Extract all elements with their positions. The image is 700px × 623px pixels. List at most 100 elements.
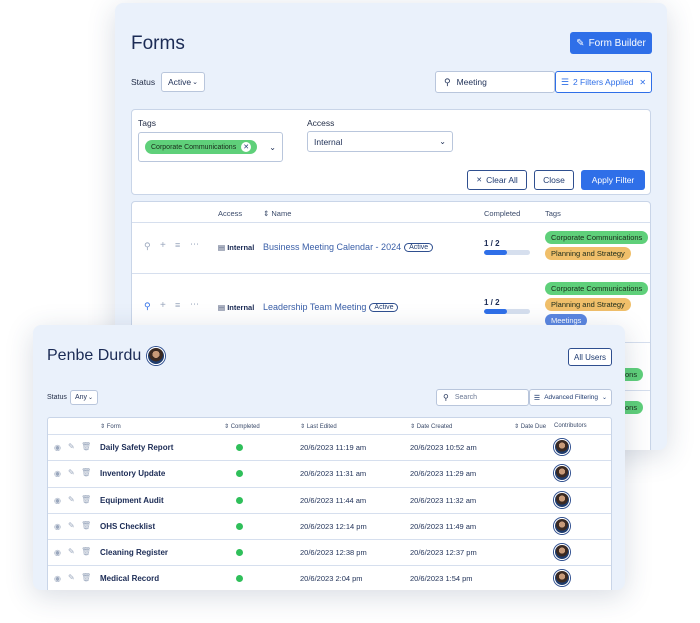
- column-header-form[interactable]: ⇕ Form: [100, 423, 121, 430]
- view-icon[interactable]: ◉: [54, 548, 61, 557]
- delete-icon[interactable]: 🗑: [81, 521, 91, 530]
- completed-check-icon: [236, 470, 243, 478]
- table-row[interactable]: ◉ ✎ 🗑 Cleaning Register 20/6/2023 12:38 …: [48, 540, 611, 567]
- contributor-avatar[interactable]: [554, 570, 570, 587]
- user-rows: ◉ ✎ 🗑 Daily Safety Report 20/6/2023 11:1…: [48, 435, 611, 590]
- edit-icon[interactable]: ✎: [68, 495, 75, 504]
- all-users-button[interactable]: All Users: [568, 348, 612, 366]
- chevron-down-icon: ⌄: [87, 395, 93, 401]
- column-header-last-edited[interactable]: ⇕ Last Edited: [300, 423, 337, 430]
- delete-icon[interactable]: 🗑: [81, 442, 91, 451]
- all-users-label: All Users: [573, 352, 606, 362]
- menu-icon[interactable]: ≡: [175, 240, 180, 250]
- chevron-down-icon: ⌄: [269, 142, 276, 152]
- advanced-filtering-button[interactable]: ☰ Advanced Filtering ⌄: [529, 389, 612, 406]
- table-row[interactable]: ◉ ✎ 🗑 Inventory Update 20/6/2023 11:31 a…: [48, 461, 611, 488]
- date-created-cell: 20/6/2023 12:37 pm: [410, 548, 477, 558]
- form-name[interactable]: Inventory Update: [100, 469, 165, 478]
- date-created-cell: 20/6/2023 10:52 am: [410, 443, 477, 452]
- form-name[interactable]: Daily Safety Report: [100, 443, 173, 452]
- delete-icon[interactable]: 🗑: [81, 573, 91, 582]
- view-icon[interactable]: ◉: [54, 522, 61, 531]
- completed-count: 1 / 2: [484, 298, 500, 307]
- contributor-avatar[interactable]: [554, 517, 570, 534]
- column-header-completed[interactable]: ⇕ Completed: [224, 423, 260, 430]
- contributor-avatar[interactable]: [554, 439, 570, 455]
- view-icon[interactable]: ◉: [54, 443, 61, 452]
- avatar: [147, 347, 166, 365]
- chevron-down-icon: ⌄: [602, 395, 608, 401]
- form-name[interactable]: Medical Record: [100, 574, 159, 583]
- access-select[interactable]: Internal ⌄: [307, 131, 453, 152]
- status-select[interactable]: Any ⌄: [70, 390, 98, 405]
- sliders-icon: ☰: [560, 76, 569, 87]
- last-edited-cell: 20/6/2023 2:04 pm: [300, 574, 363, 584]
- close-icon[interactable]: ✕: [639, 78, 646, 87]
- edit-icon[interactable]: ✎: [68, 547, 75, 556]
- remove-tag-icon[interactable]: ✕: [241, 142, 252, 152]
- table-row[interactable]: ◉ ✎ 🗑 OHS Checklist 20/6/2023 12:14 pm 2…: [48, 514, 611, 541]
- edit-icon[interactable]: ✎: [68, 468, 75, 477]
- filters-applied-button[interactable]: ☰ 2 Filters Applied ✕: [555, 71, 652, 93]
- column-header-name[interactable]: ⇕ Name: [263, 209, 291, 218]
- edit-icon[interactable]: ✎: [68, 573, 75, 582]
- date-created-cell: 20/6/2023 11:32 am: [410, 495, 477, 505]
- edit-icon[interactable]: ✎: [68, 442, 75, 451]
- completion-progress: [484, 309, 530, 314]
- column-header-access[interactable]: Access: [218, 209, 242, 218]
- form-name[interactable]: OHS Checklist: [100, 522, 155, 531]
- plus-icon[interactable]: +: [160, 300, 166, 311]
- form-builder-button[interactable]: ✎ Form Builder: [570, 32, 652, 54]
- sort-icon: ⇕: [514, 424, 520, 430]
- search-value: Meeting: [456, 77, 487, 87]
- delete-icon[interactable]: 🗑: [81, 495, 91, 504]
- form-name-link[interactable]: Leadership Team Meeting Active: [263, 302, 399, 313]
- user-forms-table: ⇕ Form ⇕ Completed ⇕ Last Edited ⇕ Date …: [47, 417, 612, 590]
- view-icon[interactable]: ◉: [54, 469, 61, 478]
- tag-chip: Corporate Communications: [545, 282, 649, 295]
- contributor-avatar[interactable]: [554, 544, 570, 561]
- edit-icon[interactable]: ✎: [68, 521, 75, 530]
- form-name[interactable]: Equipment Audit: [100, 496, 164, 505]
- form-name: Business Meeting Calendar - 2024: [263, 242, 402, 252]
- status-label: Status: [47, 394, 67, 401]
- date-created-cell: 20/6/2023 1:54 pm: [410, 574, 473, 584]
- table-row[interactable]: ◉ ✎ 🗑 Medical Record 20/6/2023 2:04 pm 2…: [48, 566, 611, 590]
- last-edited-cell: 20/6/2023 11:31 am: [300, 469, 367, 479]
- tags-select[interactable]: Corporate Communications ✕ ⌄: [138, 132, 283, 162]
- delete-icon[interactable]: 🗑: [81, 468, 91, 477]
- delete-icon[interactable]: 🗑: [81, 547, 91, 556]
- view-icon[interactable]: ◉: [54, 574, 61, 583]
- apply-filter-button[interactable]: Apply Filter: [581, 170, 645, 190]
- column-header-date-due[interactable]: ⇕ Date Due: [514, 423, 546, 430]
- more-icon[interactable]: ⋯: [190, 239, 199, 250]
- tag-list: Corporate Communications Planning and St…: [545, 231, 649, 260]
- access-value: Internal: [314, 136, 343, 147]
- access-label: Access: [307, 118, 335, 128]
- table-row[interactable]: ⚲ + ≡ ⋯ ▤ Internal Business Meeting Cale…: [132, 223, 650, 273]
- pin-icon[interactable]: ⚲: [144, 301, 151, 312]
- clear-all-button[interactable]: ✕ Clear All: [467, 170, 527, 190]
- more-icon[interactable]: ⋯: [190, 299, 199, 310]
- pin-icon[interactable]: ⚲: [144, 241, 151, 252]
- form-name-link[interactable]: Business Meeting Calendar - 2024 Active: [263, 242, 434, 253]
- contributor-avatar[interactable]: [554, 491, 570, 508]
- completion-progress: [484, 250, 530, 255]
- table-row[interactable]: ◉ ✎ 🗑 Daily Safety Report 20/6/2023 11:1…: [48, 435, 611, 462]
- form-name: Leadership Team Meeting: [263, 302, 367, 312]
- column-header-completed[interactable]: Completed: [484, 209, 520, 218]
- table-row[interactable]: ◉ ✎ 🗑 Equipment Audit 20/6/2023 11:44 am…: [48, 488, 611, 514]
- last-edited-cell: 20/6/2023 12:14 pm: [300, 521, 367, 531]
- column-header-date-created[interactable]: ⇕ Date Created: [410, 423, 452, 430]
- column-header-tags[interactable]: Tags: [545, 209, 561, 218]
- status-select[interactable]: Active ⌄: [161, 72, 205, 92]
- contributor-avatar[interactable]: [554, 465, 570, 482]
- chevron-down-icon: ⌄: [192, 79, 198, 86]
- close-button[interactable]: Close: [534, 170, 574, 190]
- menu-icon[interactable]: ≡: [175, 300, 180, 310]
- plus-icon[interactable]: +: [160, 240, 166, 251]
- form-name[interactable]: Cleaning Register: [100, 548, 168, 557]
- search-input[interactable]: ⚲ Search: [436, 389, 529, 406]
- view-icon[interactable]: ◉: [54, 496, 61, 505]
- search-input[interactable]: ⚲ Meeting: [435, 71, 555, 93]
